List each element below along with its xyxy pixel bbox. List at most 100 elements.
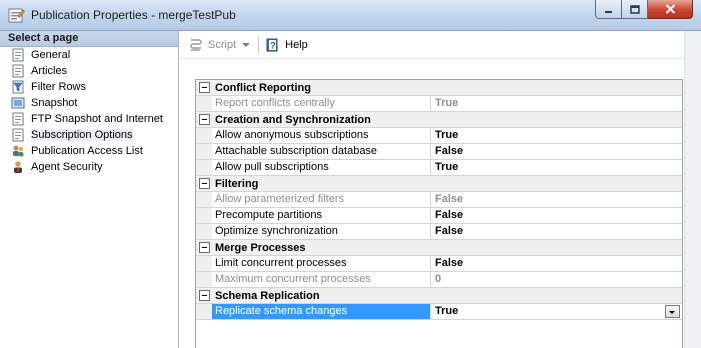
collapse-icon[interactable] (199, 82, 210, 93)
agent-icon (11, 160, 25, 174)
property-name: Replicate schema changes (212, 304, 431, 319)
category-name: Creation and Synchronization (215, 113, 371, 126)
property-value[interactable]: True (431, 160, 682, 175)
script-button[interactable]: Script (188, 37, 236, 53)
select-page-pane: Select a page General Articles Filter Rows… (0, 31, 179, 348)
row-gutter (196, 128, 212, 143)
property-name: Allow parameterized filters (212, 192, 431, 207)
property-value-text: False (435, 209, 464, 221)
property-name: Optimize synchronization (212, 224, 431, 239)
category-header[interactable]: Schema Replication (196, 288, 682, 304)
caption-buttons (595, 0, 693, 20)
page-item-subscription-options[interactable]: Subscription Options (0, 127, 178, 143)
property-value-text: 0 (435, 273, 442, 285)
filter-icon (11, 80, 25, 94)
property-value[interactable]: False (431, 256, 682, 271)
category-header[interactable]: Merge Processes (196, 240, 682, 256)
page-item-label: FTP Snapshot and Internet (31, 113, 163, 125)
svg-text:?: ? (270, 40, 276, 50)
row-gutter (196, 208, 212, 223)
page-item-label: Agent Security (31, 161, 103, 173)
property-row[interactable]: Limit concurrent processes False (196, 256, 682, 272)
property-value[interactable]: True (431, 304, 682, 319)
page-item-label: Articles (31, 65, 68, 77)
collapse-icon[interactable] (199, 114, 210, 125)
property-name: Attachable subscription database (212, 144, 431, 159)
property-value[interactable]: False (431, 208, 682, 223)
page-item-ftp-snapshot-and-internet[interactable]: FTP Snapshot and Internet (0, 111, 178, 127)
property-row[interactable]: Allow pull subscriptions True (196, 160, 682, 176)
page-item-label: Filter Rows (31, 81, 87, 93)
help-icon: ? (266, 38, 278, 51)
minimize-icon (605, 10, 612, 13)
select-page-header: Select a page (0, 31, 178, 47)
page-item-articles[interactable]: Articles (0, 63, 178, 79)
row-gutter (196, 224, 212, 239)
content-pane: Script ? Help Conflict Reporting Report c… (180, 31, 701, 348)
page-item-filter-rows[interactable]: Filter Rows (0, 79, 178, 95)
property-name: Allow anonymous subscriptions (212, 128, 431, 143)
collapse-icon[interactable] (199, 290, 210, 301)
property-row[interactable]: Maximum concurrent processes 0 (196, 272, 682, 288)
collapse-icon[interactable] (199, 178, 210, 189)
page-icon (11, 128, 25, 142)
property-value[interactable]: False (431, 224, 682, 239)
page-item-publication-access-list[interactable]: Publication Access List (0, 143, 178, 159)
page-item-snapshot[interactable]: Snapshot (0, 95, 178, 111)
script-dropdown-arrow[interactable] (242, 42, 251, 47)
toolbar: Script ? Help (180, 31, 701, 59)
property-grid: Conflict Reporting Report conflicts centr… (195, 79, 683, 348)
title-bar: Publication Properties - mergeTestPub (0, 0, 701, 31)
property-row[interactable]: Attachable subscription database False (196, 144, 682, 160)
property-value: True (431, 96, 682, 111)
maximize-button[interactable] (622, 0, 648, 19)
property-value-text: False (435, 225, 464, 237)
collapse-icon[interactable] (199, 242, 210, 253)
property-name: Precompute partitions (212, 208, 431, 223)
page-item-label: General (31, 49, 71, 61)
toolbar-separator (258, 36, 260, 53)
property-row[interactable]: Precompute partitions False (196, 208, 682, 224)
row-gutter (196, 144, 212, 159)
value-dropdown-button[interactable] (665, 305, 680, 318)
close-button[interactable] (648, 0, 693, 19)
property-value: 0 (431, 272, 682, 287)
category-name: Schema Replication (215, 289, 320, 302)
category-header[interactable]: Creation and Synchronization (196, 112, 682, 128)
row-gutter (196, 192, 212, 207)
property-value-text: True (435, 129, 459, 141)
close-icon (665, 4, 675, 14)
minimize-button[interactable] (595, 0, 622, 19)
page-item-label: Subscription Options (31, 129, 133, 141)
property-row[interactable]: Report conflicts centrally True (196, 96, 682, 112)
property-row[interactable]: Optimize synchronization False (196, 224, 682, 240)
property-value-text: True (435, 97, 459, 109)
page-item-agent-security[interactable]: Agent Security (0, 159, 178, 175)
property-row[interactable]: Allow parameterized filters False (196, 192, 682, 208)
page-icon (11, 112, 25, 126)
vertical-scrollbar[interactable] (684, 31, 701, 348)
property-row[interactable]: Allow anonymous subscriptions True (196, 128, 682, 144)
property-value-text: True (435, 305, 459, 317)
page-item-general[interactable]: General (0, 47, 178, 63)
property-value[interactable]: False (431, 144, 682, 159)
property-value-text: False (435, 257, 464, 269)
help-button[interactable]: ? Help (265, 37, 308, 53)
page-item-label: Publication Access List (31, 145, 143, 157)
row-gutter (196, 160, 212, 175)
property-name: Allow pull subscriptions (212, 160, 431, 175)
category-header[interactable]: Conflict Reporting (196, 80, 682, 96)
help-label: Help (285, 38, 308, 51)
property-value[interactable]: True (431, 128, 682, 143)
property-name: Maximum concurrent processes (212, 272, 431, 287)
users-icon (11, 144, 25, 158)
page-icon (11, 64, 25, 78)
script-icon (190, 38, 202, 51)
property-name: Report conflicts centrally (212, 96, 431, 111)
category-name: Merge Processes (215, 241, 306, 254)
properties-window-icon (8, 8, 25, 23)
page-item-label: Snapshot (31, 97, 78, 109)
property-row[interactable]: Replicate schema changes True (196, 304, 682, 320)
category-header[interactable]: Filtering (196, 176, 682, 192)
row-gutter (196, 256, 212, 271)
